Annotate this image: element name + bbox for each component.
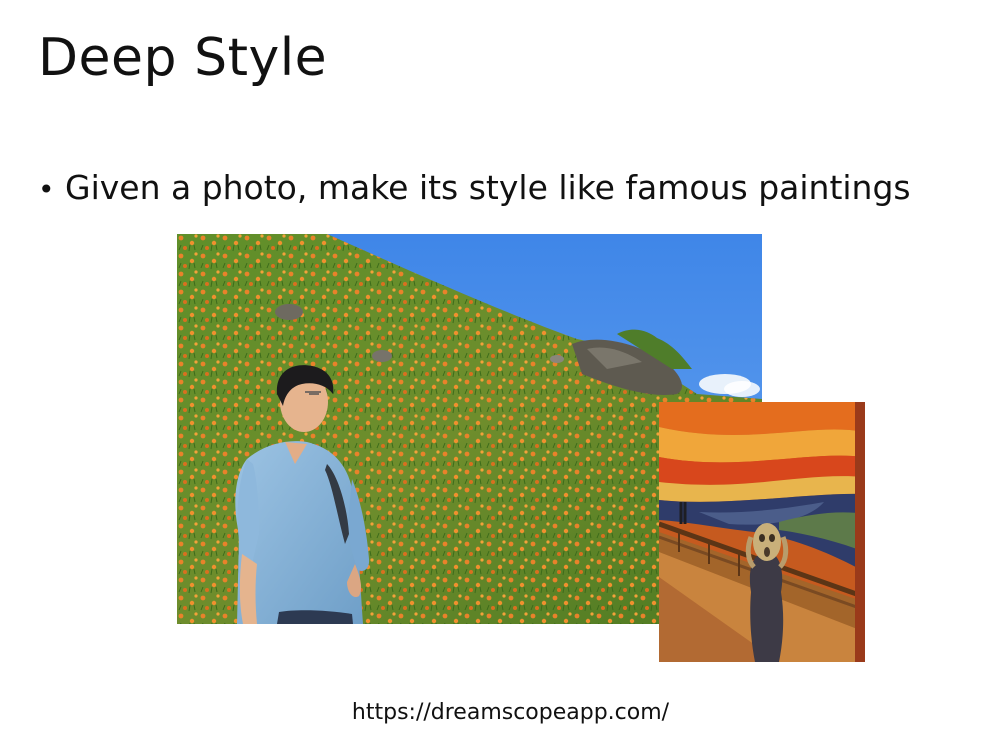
bullet-text: Given a photo, make its style like famou…	[65, 168, 911, 207]
style-painting	[659, 402, 865, 662]
bullet-item: • Given a photo, make its style like fam…	[38, 168, 911, 208]
style-painting-graphic	[659, 402, 865, 662]
scream-figure	[745, 523, 789, 662]
source-url[interactable]: https://dreamscopeapp.com/	[11, 700, 999, 725]
bullet-marker: •	[38, 173, 55, 206]
slide-title: Deep Style	[38, 28, 328, 88]
